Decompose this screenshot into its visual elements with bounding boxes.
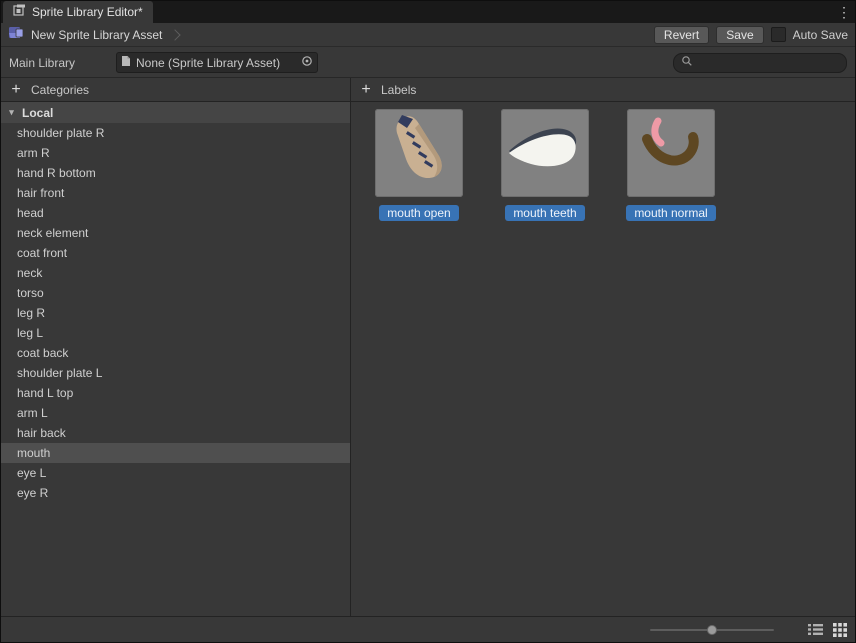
category-item[interactable]: torso [1,283,350,303]
object-field-value: None (Sprite Library Asset) [136,56,296,70]
local-foldout[interactable]: ▾ Local [1,102,350,123]
bottom-bar [1,616,855,642]
thumbnail-size-slider[interactable] [650,622,774,638]
category-item[interactable]: eye R [1,483,350,503]
breadcrumb-chevron-icon [170,29,181,40]
search-input[interactable] [697,55,839,71]
category-item[interactable]: shoulder plate L [1,363,350,383]
label-name-pill[interactable]: mouth open [379,205,458,221]
label-name-pill[interactable]: mouth normal [626,205,715,221]
sprite-thumbnail-mouth-teeth[interactable] [501,109,589,197]
add-category-icon[interactable]: + [10,83,22,97]
grid-view-icon[interactable] [831,621,848,638]
save-button[interactable]: Save [716,26,763,44]
foldout-triangle-icon[interactable]: ▾ [6,107,17,118]
tab-title: Sprite Library Editor* [32,5,143,19]
object-picker-icon[interactable] [301,55,313,70]
asset-file-icon [121,55,131,70]
category-item[interactable]: hand R bottom [1,163,350,183]
auto-save-checkbox[interactable] [771,27,786,42]
category-item[interactable]: eye L [1,463,350,483]
category-item[interactable]: neck element [1,223,350,243]
sprite-library-editor-window: Sprite Library Editor* ⋮ New Sprite Libr… [0,0,856,643]
category-item[interactable]: neck [1,263,350,283]
category-item[interactable]: coat front [1,243,350,263]
main-library-row: Main Library None (Sprite Library Asset) [1,48,855,78]
revert-button[interactable]: Revert [654,26,709,44]
tab-sprite-library-editor[interactable]: Sprite Library Editor* [3,1,153,23]
category-item[interactable]: coat back [1,343,350,363]
label-card[interactable]: mouth open [375,109,463,221]
categories-header: + Categories [1,78,350,102]
category-item[interactable]: head [1,203,350,223]
category-item[interactable]: hair back [1,423,350,443]
add-label-icon[interactable]: + [360,83,372,97]
category-item-selected[interactable]: mouth [1,443,350,463]
label-grid: mouth open mouth teeth [351,102,855,221]
category-item[interactable]: leg L [1,323,350,343]
toolbar: New Sprite Library Asset Revert Save Aut… [1,23,855,47]
labels-header: + Labels [351,78,855,102]
label-card[interactable]: mouth normal [627,109,715,221]
sprite-thumbnail-mouth-open[interactable] [375,109,463,197]
main-split: + Categories ▾ Local shoulder plate R ar… [1,78,855,616]
category-item[interactable]: arm R [1,143,350,163]
labels-header-label: Labels [381,83,416,97]
search-icon [681,55,693,70]
local-group-label: Local [22,106,53,120]
category-list: shoulder plate R arm R hand R bottom hai… [1,123,350,616]
category-item[interactable]: leg R [1,303,350,323]
sprite-thumbnail-mouth-normal[interactable] [627,109,715,197]
sprite-library-asset-icon [8,26,24,43]
tab-strip: Sprite Library Editor* ⋮ [1,1,855,23]
search-field[interactable] [673,53,847,73]
category-item[interactable]: shoulder plate R [1,123,350,143]
label-card[interactable]: mouth teeth [501,109,589,221]
label-name-pill[interactable]: mouth teeth [505,205,584,221]
main-library-label: Main Library [9,56,116,70]
categories-panel: + Categories ▾ Local shoulder plate R ar… [1,78,351,616]
labels-panel: + Labels [351,78,855,616]
breadcrumb[interactable]: New Sprite Library Asset [31,28,162,42]
list-view-icon[interactable] [807,621,824,638]
main-library-object-field[interactable]: None (Sprite Library Asset) [116,52,318,73]
sprite-library-window-icon [13,4,26,20]
category-item[interactable]: arm L [1,403,350,423]
slider-handle[interactable] [707,625,717,635]
auto-save-label: Auto Save [793,28,848,42]
kebab-menu-icon[interactable]: ⋮ [833,1,855,23]
category-item[interactable]: hand L top [1,383,350,403]
categories-header-label: Categories [31,83,89,97]
category-item[interactable]: hair front [1,183,350,203]
